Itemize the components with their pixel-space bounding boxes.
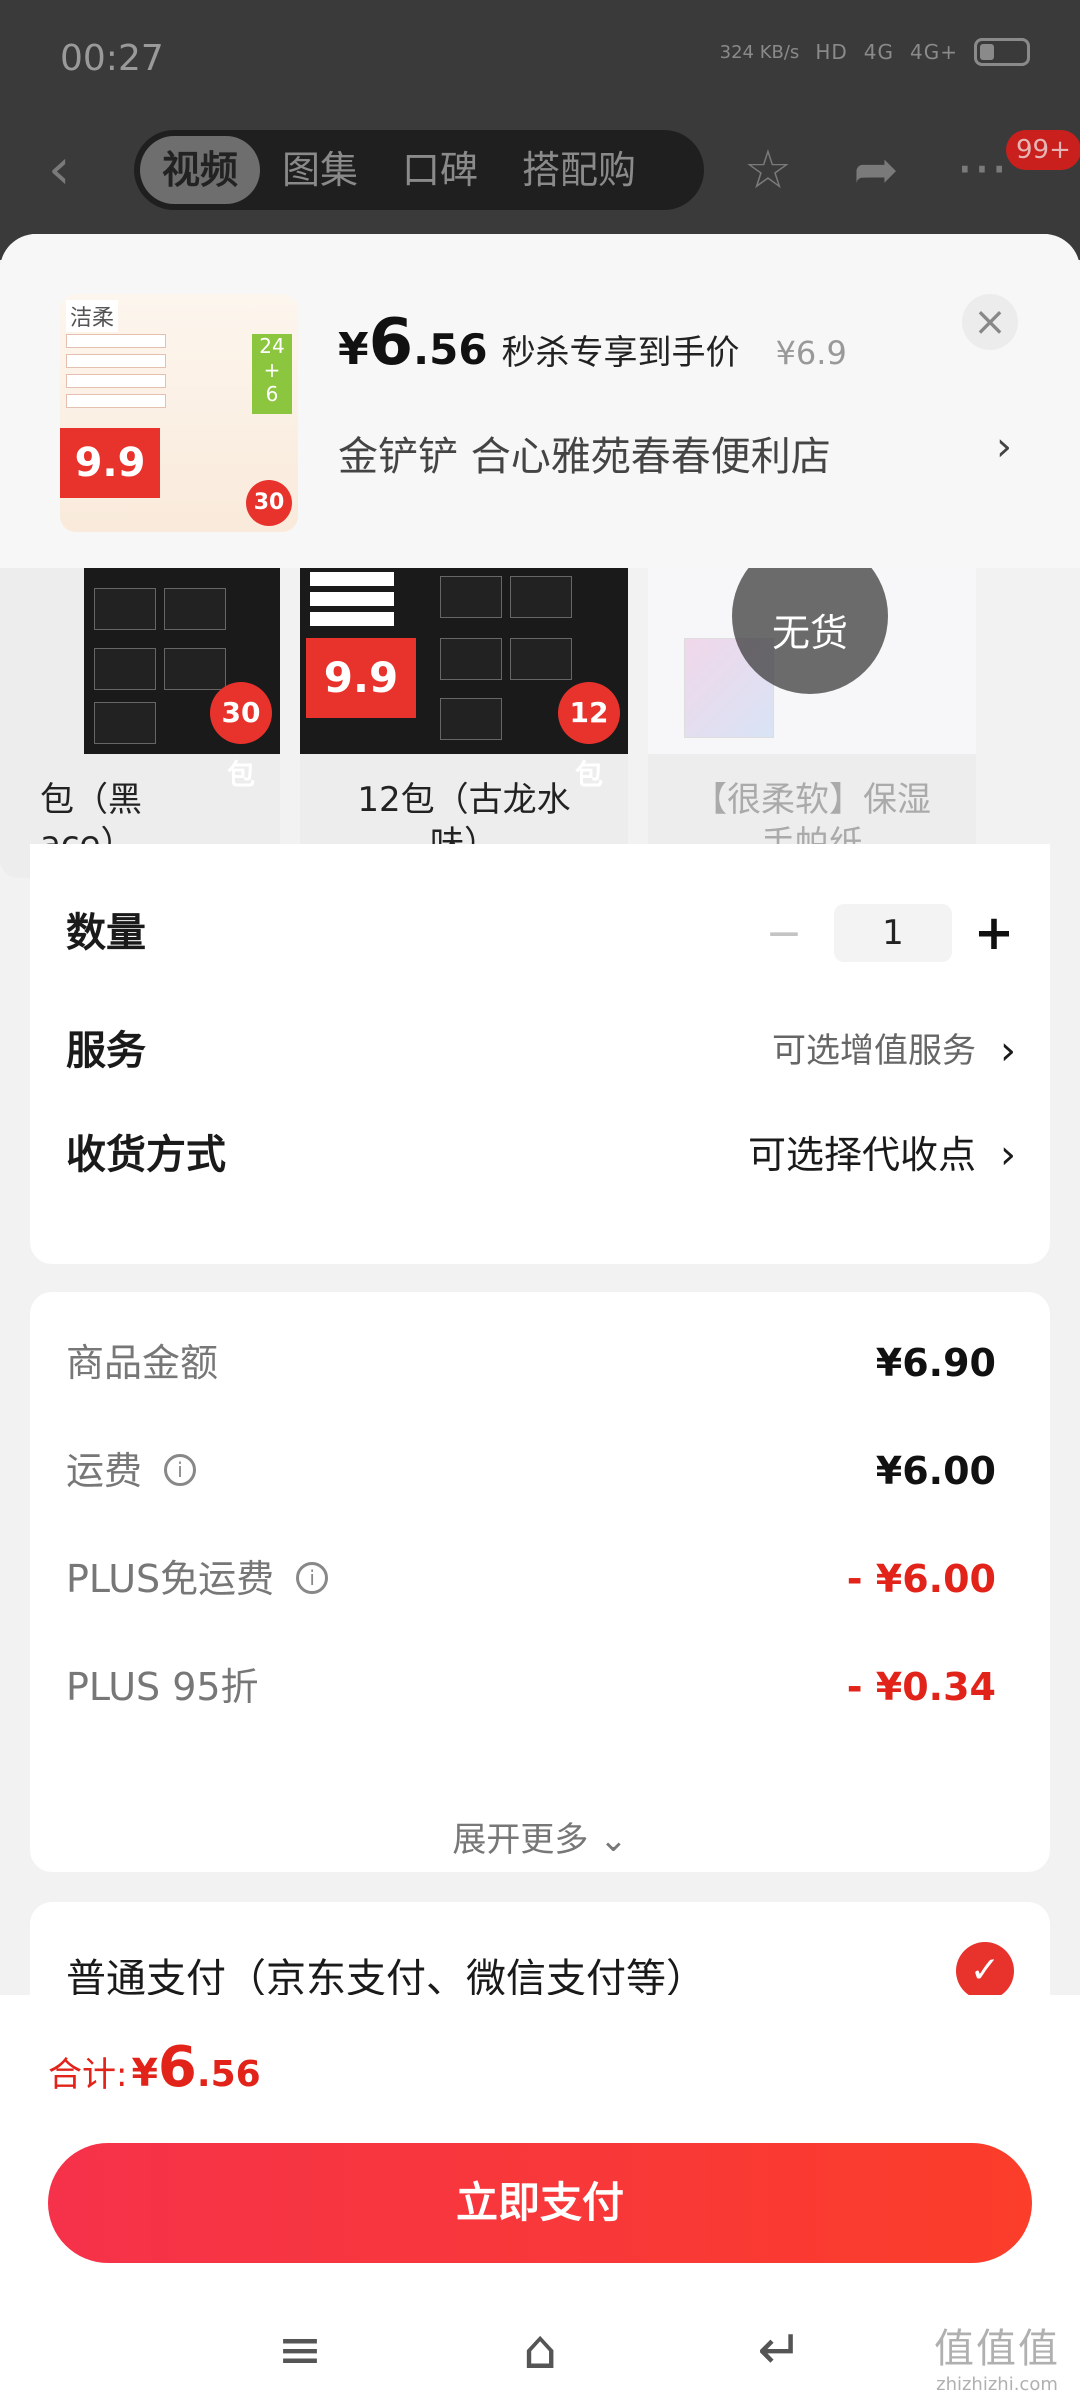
- variant-price-tag: 9.9: [306, 638, 416, 718]
- cost-row-shipping: 运费 i ¥6.00: [66, 1436, 996, 1506]
- info-icon[interactable]: i: [296, 1561, 329, 1594]
- status-icons: 324 KB/s HD 4G 4G+: [720, 38, 1030, 66]
- cost-row-plus-discount: PLUS 95折 - ¥0.34: [66, 1652, 996, 1722]
- variant-option-1[interactable]: 30包 包（黑 ace）: [0, 568, 280, 878]
- watermark-site: zhizhizhi.com: [936, 2374, 1058, 2395]
- price-integer: 6: [368, 306, 414, 380]
- total-price: 合计: ¥ 6 .56: [48, 2035, 261, 2100]
- home-icon[interactable]: ⌂: [510, 2320, 570, 2380]
- service-label: 服务: [66, 1028, 146, 1074]
- variant-option-3[interactable]: 无货 【很柔软】保湿 手帕纸: [648, 568, 976, 878]
- close-icon[interactable]: ×: [962, 294, 1018, 350]
- product-header: 洁柔 24+6 9.9 30包 ¥ 6 .56 秒杀专享到手价 ¥6.9 × 金…: [0, 234, 1080, 568]
- status-time: 00:27: [60, 38, 164, 79]
- variant-features: [310, 572, 394, 632]
- delivery-label: 收货方式: [66, 1132, 226, 1178]
- message-badge: 99+: [1006, 130, 1080, 170]
- menu-icon[interactable]: ≡: [270, 2320, 330, 2380]
- tab-video[interactable]: 视频: [140, 136, 261, 204]
- cost-breakdown: 商品金额 ¥6.90 运费 i ¥6.00 PLUS免运费 i - ¥6.00 PL…: [30, 1292, 1050, 1872]
- total-decimal: .56: [196, 2054, 261, 2095]
- variant-count-badge: 30包: [210, 682, 272, 791]
- chevron-right-icon: ›: [1000, 1132, 1016, 1178]
- price-note: 秒杀专享到手价: [501, 333, 740, 373]
- cost-row-plus-free-shipping: PLUS免运费 i - ¥6.00: [66, 1544, 996, 1614]
- price-symbol: ¥: [338, 324, 369, 375]
- store-row[interactable]: 金铲铲 合心雅苑春春便利店 ›: [338, 424, 1018, 482]
- watermark: 值值值 zhizhizhi.com: [934, 2316, 1060, 2395]
- cost-label: PLUS 95折: [66, 1665, 259, 1709]
- price-row: ¥ 6 .56 秒杀专享到手价 ¥6.9: [338, 306, 847, 380]
- expand-more-button[interactable]: 展开更多 ⌄: [30, 1812, 1050, 1861]
- quantity-label: 数量: [66, 910, 146, 956]
- variant-option-2[interactable]: 9.9 12包 12包（古龙水 味）: [300, 568, 628, 878]
- chevron-down-icon: ⌄: [599, 1820, 628, 1860]
- price-decimal: .56: [413, 325, 488, 374]
- cost-amount: ¥6.00: [875, 1449, 996, 1493]
- network-4g-plus-label: 4G+: [910, 40, 958, 64]
- tab-reviews[interactable]: 口碑: [380, 136, 500, 204]
- cost-label-wrap: 运费 i: [66, 1436, 197, 1506]
- service-row[interactable]: 服务 可选增值服务 ›: [66, 1016, 1016, 1086]
- expand-more-label: 展开更多: [452, 1820, 589, 1860]
- variant-options: 30包 包（黑 ace） 9.9 12包 12包（古龙水 味） 无货 【很柔软】: [0, 568, 1080, 888]
- battery-icon: [974, 38, 1030, 66]
- tab-gallery[interactable]: 图集: [260, 136, 380, 204]
- watermark-logo: 值值值: [934, 2326, 1060, 2372]
- quantity-row: 数量 − 1 +: [66, 898, 1016, 968]
- product-thumbnail: 洁柔 24+6 9.9 30包: [60, 294, 298, 532]
- share-icon[interactable]: ➦: [844, 138, 908, 202]
- cost-label: PLUS免运费: [66, 1557, 275, 1601]
- tab-bundle[interactable]: 搭配购: [500, 136, 658, 204]
- cost-label: 商品金额: [66, 1341, 219, 1385]
- service-value: 可选增值服务: [772, 1031, 976, 1071]
- variant-image: 30包: [84, 568, 280, 791]
- variant-image: 9.9 12包: [300, 568, 628, 791]
- signal-icon: HD: [815, 40, 848, 64]
- star-icon[interactable]: ☆: [736, 138, 800, 202]
- order-settings: 数量 − 1 + 服务 可选增值服务 › 收货方式 可选择代收点 ›: [30, 844, 1050, 1264]
- thumb-count-badge: 30包: [246, 480, 292, 526]
- thumb-green-tag: 24 +6: [252, 334, 292, 414]
- variant-image: 无货: [648, 568, 976, 754]
- info-icon[interactable]: i: [164, 1453, 197, 1486]
- cost-amount: - ¥0.34: [846, 1665, 996, 1709]
- minus-icon[interactable]: −: [754, 908, 814, 959]
- total-label: 合计:: [48, 2055, 128, 2095]
- cost-row-goods: 商品金额 ¥6.90: [66, 1328, 996, 1398]
- cost-amount: - ¥6.00: [846, 1557, 996, 1601]
- thumb-features: [66, 334, 166, 414]
- checkout-bar: 合计: ¥ 6 .56 立即支付 ≡ ⌂ ↵: [0, 1995, 1080, 2400]
- back-nav-icon[interactable]: ↵: [750, 2320, 810, 2380]
- more-icon[interactable]: ···: [950, 138, 1014, 202]
- quantity-stepper: − 1 +: [754, 898, 1016, 968]
- cost-amount: ¥6.90: [875, 1341, 996, 1385]
- network-4g-label: 4G: [863, 40, 895, 64]
- chevron-right-icon: ›: [1000, 1028, 1016, 1074]
- media-tabs: 视频 图集 口碑 搭配购: [134, 130, 704, 210]
- plus-icon[interactable]: +: [972, 905, 1016, 961]
- pay-now-button[interactable]: 立即支付: [48, 2143, 1032, 2263]
- chevron-right-icon: ›: [996, 424, 1012, 470]
- status-bar: 00:27 324 KB/s HD 4G 4G+: [0, 30, 1080, 90]
- delivery-row[interactable]: 收货方式 可选择代收点 ›: [66, 1120, 1016, 1190]
- original-price: ¥6.9: [775, 334, 847, 372]
- quantity-input[interactable]: 1: [834, 904, 952, 962]
- variant-count-badge: 12包: [558, 682, 620, 791]
- thumb-brand: 洁柔: [66, 300, 119, 332]
- cost-label-wrap: PLUS免运费 i: [66, 1544, 329, 1614]
- delivery-value: 可选择代收点: [747, 1133, 976, 1177]
- network-speed: 324 KB/s: [719, 41, 800, 63]
- cost-label: 运费: [66, 1449, 143, 1493]
- system-nav: ≡ ⌂ ↵: [0, 2300, 1080, 2400]
- thumb-price-tag: 9.9: [60, 428, 160, 498]
- store-name: 金铲铲 合心雅苑春春便利店: [338, 434, 831, 480]
- total-symbol: ¥: [131, 2051, 158, 2095]
- back-icon[interactable]: ‹: [48, 140, 98, 200]
- check-icon[interactable]: ✓: [956, 1942, 1014, 2000]
- total-integer: 6: [157, 2035, 197, 2100]
- top-nav: ‹ 视频 图集 口碑 搭配购 ☆ ➦ ··· 99+: [0, 130, 1080, 210]
